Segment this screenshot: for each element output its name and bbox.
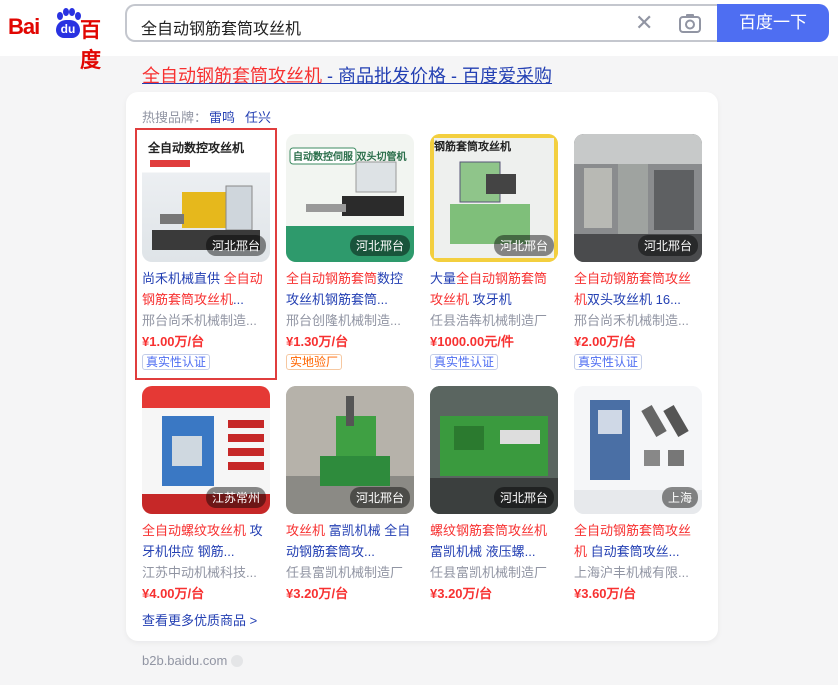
hot-brand-link[interactable]: 雷鸣 [209,110,235,125]
baidu-logo[interactable]: Bai du 百度 [8,8,112,72]
price: ¥3.20万/台 [430,586,493,601]
shop-name[interactable]: 上海沪丰机械有限... [574,562,702,583]
title-text[interactable]: 自动套筒攻丝... [587,544,680,559]
more-products-link[interactable]: 查看更多优质商品 > [142,610,257,629]
title-text[interactable]: 双头攻丝机 16... [587,292,681,307]
factory-verified-badge: 实地验厂 [286,354,343,370]
result-title-rest[interactable]: - 商品批发价格 - 百度爱采购 [322,66,552,86]
product-title[interactable]: 全自动钢筋套筒数控攻丝机钢筋套筒... [286,268,414,310]
product-title[interactable]: 螺纹钢筋套筒攻丝机 富凯机械 液压螺... [430,520,558,562]
logo-text-bai: Bai [8,14,40,39]
title-text[interactable]: 大量 [430,271,456,286]
title-text[interactable]: 攻牙机 [469,292,512,307]
price: ¥4.00万/台 [142,586,205,601]
location-badge: 河北邢台 [493,235,554,256]
logo-text-du: du [56,20,80,38]
selection-highlight [135,128,277,380]
image-caption: 钢筋套筒攻丝机 [434,139,511,153]
hot-brands-label: 热搜品牌： [142,110,208,125]
location-badge: 上海 [661,487,698,508]
close-icon[interactable]: ✕ [635,10,653,36]
title-highlight[interactable]: 全自动钢筋套筒 [286,271,377,286]
price: ¥3.60万/台 [574,586,637,601]
product-item[interactable]: 河北邢台 全自动钢筋套筒攻丝机双头攻丝机 16... 邢台尚禾机械制造... ¥… [574,134,702,371]
product-item[interactable]: 江苏常州 全自动螺纹攻丝机 攻牙机供应 钢筋... 江苏中动机械科技... ¥4… [142,386,270,604]
logo-text-cn: 百度 [80,18,101,72]
location-badge: 河北邢台 [349,487,410,508]
product-item[interactable]: 钢筋套筒攻丝机 河北邢台 大量全自动钢筋套筒攻丝机 攻牙机 任县浩犇机械制造厂 … [430,134,558,371]
hot-brand-link[interactable]: 任兴 [245,110,271,125]
location-badge: 河北邢台 [493,487,554,508]
title-highlight[interactable]: 攻丝机 [286,523,325,538]
product-title[interactable]: 全自动钢筋套筒攻丝机 自动套筒攻丝... [574,520,702,562]
product-title[interactable]: 大量全自动钢筋套筒攻丝机 攻牙机 [430,268,558,310]
title-highlight[interactable]: 全自动螺纹攻丝机 [142,523,246,538]
top-bar: Bai du 百度 全自动钢筋套筒攻丝机 ✕ 百度一下 [0,0,838,72]
source-url[interactable]: b2b.baidu.com [142,653,244,668]
location-badge: 河北邢台 [637,235,698,256]
image-caption: 自动数控伺服 双头切管机 [293,150,406,163]
search-query-text[interactable]: 全自动钢筋套筒攻丝机 [141,15,301,39]
product-item[interactable]: 自动数控伺服 双头切管机 河北邢台 全自动钢筋套筒数控攻丝机钢筋套筒... 邢台… [286,134,414,371]
camera-icon[interactable] [678,12,702,34]
price: ¥1000.00元/件 [430,334,514,349]
product-image[interactable]: 上海 [574,386,702,514]
shop-name[interactable]: 任县富凯机械制造厂 [430,562,558,583]
location-badge: 江苏常州 [205,487,266,508]
verified-badge: 真实性认证 [430,354,499,370]
title-text[interactable]: 富凯机械 液压螺... [430,544,535,559]
location-badge: 河北邢台 [349,235,410,256]
product-image[interactable]: 河北邢台 [430,386,558,514]
hot-brands: 热搜品牌： 雷鸣 任兴 [142,107,279,126]
shop-name[interactable]: 邢台尚禾机械制造... [574,310,702,331]
product-item[interactable]: 上海 全自动钢筋套筒攻丝机 自动套筒攻丝... 上海沪丰机械有限... ¥3.6… [574,386,702,604]
dropdown-icon[interactable] [231,655,244,667]
price: ¥1.30万/台 [286,334,349,349]
product-title[interactable]: 全自动螺纹攻丝机 攻牙机供应 钢筋... [142,520,270,562]
search-input[interactable]: 全自动钢筋套筒攻丝机 ✕ [125,4,719,42]
shop-name[interactable]: 任县富凯机械制造厂 [286,562,414,583]
price: ¥2.00万/台 [574,334,637,349]
product-image[interactable]: 河北邢台 [574,134,702,262]
product-title[interactable]: 全自动钢筋套筒攻丝机双头攻丝机 16... [574,268,702,310]
shop-name[interactable]: 江苏中动机械科技... [142,562,270,583]
source-domain[interactable]: b2b.baidu.com [142,653,227,668]
product-image[interactable]: 钢筋套筒攻丝机 河北邢台 [430,134,558,262]
product-title[interactable]: 攻丝机 富凯机械 全自动钢筋套筒攻... [286,520,414,562]
result-title-highlight[interactable]: 全自动钢筋套筒攻丝机 [142,66,322,86]
price: ¥3.20万/台 [286,586,349,601]
result-title-link[interactable]: 全自动钢筋套筒攻丝机 - 商品批发价格 - 百度爱采购 [142,62,552,88]
shop-name[interactable]: 任县浩犇机械制造厂 [430,310,558,331]
shop-name[interactable]: 邢台创隆机械制造... [286,310,414,331]
product-image[interactable]: 江苏常州 [142,386,270,514]
product-item[interactable]: 河北邢台 螺纹钢筋套筒攻丝机 富凯机械 液压螺... 任县富凯机械制造厂 ¥3.… [430,386,558,604]
product-image[interactable]: 河北邢台 [286,386,414,514]
title-highlight[interactable]: 螺纹钢筋套筒攻丝机 [430,523,547,538]
product-item[interactable]: 河北邢台 攻丝机 富凯机械 全自动钢筋套筒攻... 任县富凯机械制造厂 ¥3.2… [286,386,414,604]
product-image[interactable]: 自动数控伺服 双头切管机 河北邢台 [286,134,414,262]
verified-badge: 真实性认证 [574,354,643,370]
search-button[interactable]: 百度一下 [717,4,829,42]
